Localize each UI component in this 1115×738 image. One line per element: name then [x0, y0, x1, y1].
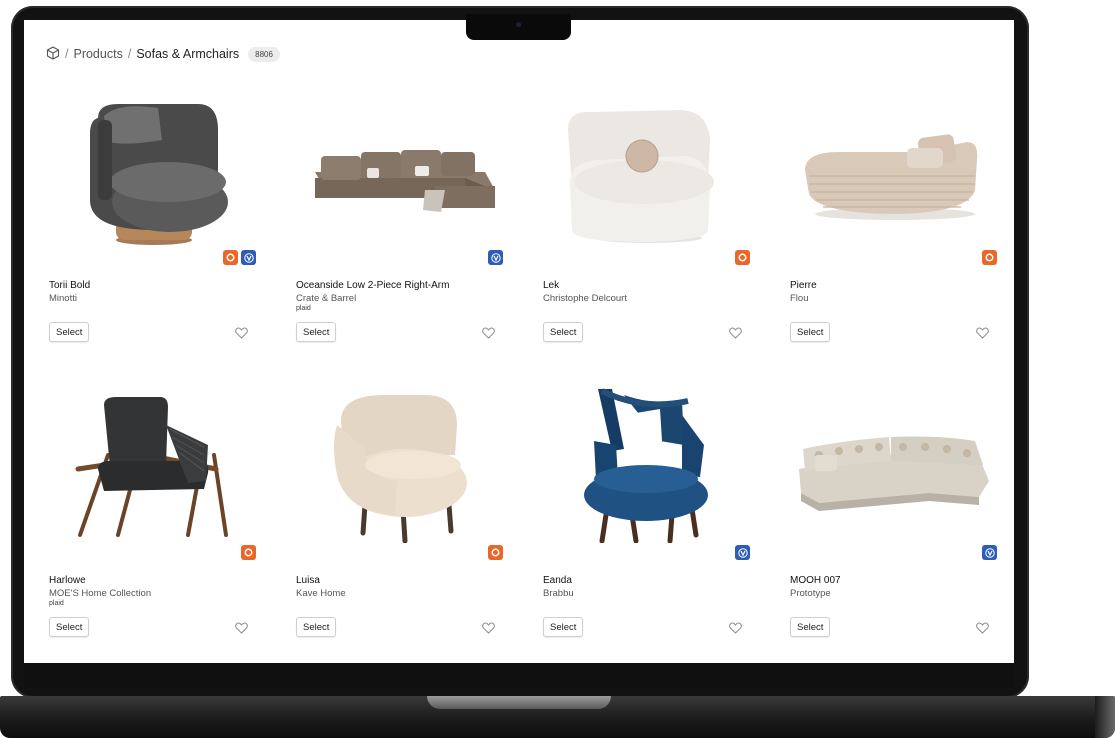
- product-brand[interactable]: MOE'S Home Collection: [49, 588, 151, 599]
- product-brand[interactable]: Kave Home: [296, 588, 346, 599]
- corona-render-icon: [223, 250, 238, 265]
- select-button[interactable]: Select: [543, 322, 584, 342]
- vray-render-icon: [982, 545, 997, 560]
- product-card: Harlowe MOE'S Home Collection plaid Sele…: [38, 385, 270, 663]
- product-image[interactable]: [779, 385, 1011, 543]
- breadcrumb-current-category: Sofas & Armchairs: [136, 47, 240, 61]
- breadcrumb-separator: /: [127, 47, 132, 61]
- product-name[interactable]: Oceanside Low 2-Piece Right-Arm: [296, 280, 449, 291]
- product-name[interactable]: Harlowe: [49, 575, 86, 586]
- select-button[interactable]: Select: [790, 322, 831, 342]
- breadcrumb-products-link[interactable]: Products: [73, 47, 122, 61]
- product-image[interactable]: [285, 90, 517, 248]
- product-name[interactable]: Luisa: [296, 575, 320, 586]
- render-badges: [735, 250, 750, 265]
- product-brand[interactable]: Minotti: [49, 293, 77, 304]
- laptop-base-edge: [1095, 696, 1115, 738]
- product-brand[interactable]: Flou: [790, 293, 808, 304]
- product-name[interactable]: Eanda: [543, 575, 572, 586]
- product-card: Torii Bold Minotti Select: [38, 90, 270, 375]
- product-name[interactable]: Lek: [543, 280, 559, 291]
- product-image[interactable]: [285, 385, 517, 543]
- product-card: Pierre Flou Select: [779, 90, 1011, 375]
- product-name[interactable]: Pierre: [790, 280, 817, 291]
- product-card: Luisa Kave Home Select: [285, 385, 517, 663]
- product-tag: plaid: [49, 600, 64, 607]
- render-badges: [241, 545, 256, 560]
- product-brand[interactable]: Prototype: [790, 588, 831, 599]
- render-badges: [735, 545, 750, 560]
- product-image[interactable]: [38, 90, 270, 248]
- vray-render-icon: [241, 250, 256, 265]
- render-badges: [488, 250, 503, 265]
- heart-icon[interactable]: [729, 621, 742, 634]
- heart-icon[interactable]: [976, 621, 989, 634]
- heart-icon[interactable]: [482, 621, 495, 634]
- corona-render-icon: [735, 250, 750, 265]
- product-tag: plaid: [296, 305, 311, 312]
- breadcrumb: / Products / Sofas & Armchairs 8806: [46, 45, 280, 63]
- product-card: Oceanside Low 2-Piece Right-Arm Crate & …: [285, 90, 517, 375]
- product-count-badge: 8806: [248, 46, 280, 62]
- select-button[interactable]: Select: [296, 617, 337, 637]
- vray-render-icon: [488, 250, 503, 265]
- product-card: MOOH 007 Prototype Select: [779, 385, 1011, 663]
- product-image[interactable]: [532, 385, 764, 543]
- select-button[interactable]: Select: [49, 322, 90, 342]
- select-button[interactable]: Select: [296, 322, 337, 342]
- render-badges: [488, 545, 503, 560]
- breadcrumb-separator: /: [65, 47, 69, 61]
- camera-icon: [516, 22, 521, 27]
- laptop-chin: [24, 663, 1014, 687]
- product-brand[interactable]: Christophe Delcourt: [543, 293, 627, 304]
- screen: / Products / Sofas & Armchairs 8806 Tori…: [24, 20, 1014, 663]
- heart-icon[interactable]: [482, 326, 495, 339]
- render-badges: [982, 545, 997, 560]
- corona-render-icon: [982, 250, 997, 265]
- corona-render-icon: [241, 545, 256, 560]
- product-image[interactable]: [532, 90, 764, 248]
- vray-render-icon: [735, 545, 750, 560]
- product-card: Eanda Brabbu Select: [532, 385, 764, 663]
- product-name[interactable]: Torii Bold: [49, 280, 90, 291]
- select-button[interactable]: Select: [543, 617, 584, 637]
- camera-notch: [466, 14, 571, 40]
- product-card: Lek Christophe Delcourt Select: [532, 90, 764, 375]
- heart-icon[interactable]: [235, 621, 248, 634]
- cube-icon[interactable]: [46, 45, 60, 63]
- product-image[interactable]: [38, 385, 270, 543]
- select-button[interactable]: Select: [790, 617, 831, 637]
- product-brand[interactable]: Crate & Barrel: [296, 293, 356, 304]
- heart-icon[interactable]: [729, 326, 742, 339]
- laptop-hinge-notch: [427, 696, 611, 709]
- heart-icon[interactable]: [976, 326, 989, 339]
- product-name[interactable]: MOOH 007: [790, 575, 841, 586]
- product-image[interactable]: [779, 90, 1011, 248]
- render-badges: [982, 250, 997, 265]
- select-button[interactable]: Select: [49, 617, 90, 637]
- product-grid: Torii Bold Minotti Select Oceanside Low …: [38, 90, 1000, 663]
- laptop-base: [0, 696, 1115, 738]
- heart-icon[interactable]: [235, 326, 248, 339]
- product-brand[interactable]: Brabbu: [543, 588, 574, 599]
- corona-render-icon: [488, 545, 503, 560]
- render-badges: [223, 250, 256, 265]
